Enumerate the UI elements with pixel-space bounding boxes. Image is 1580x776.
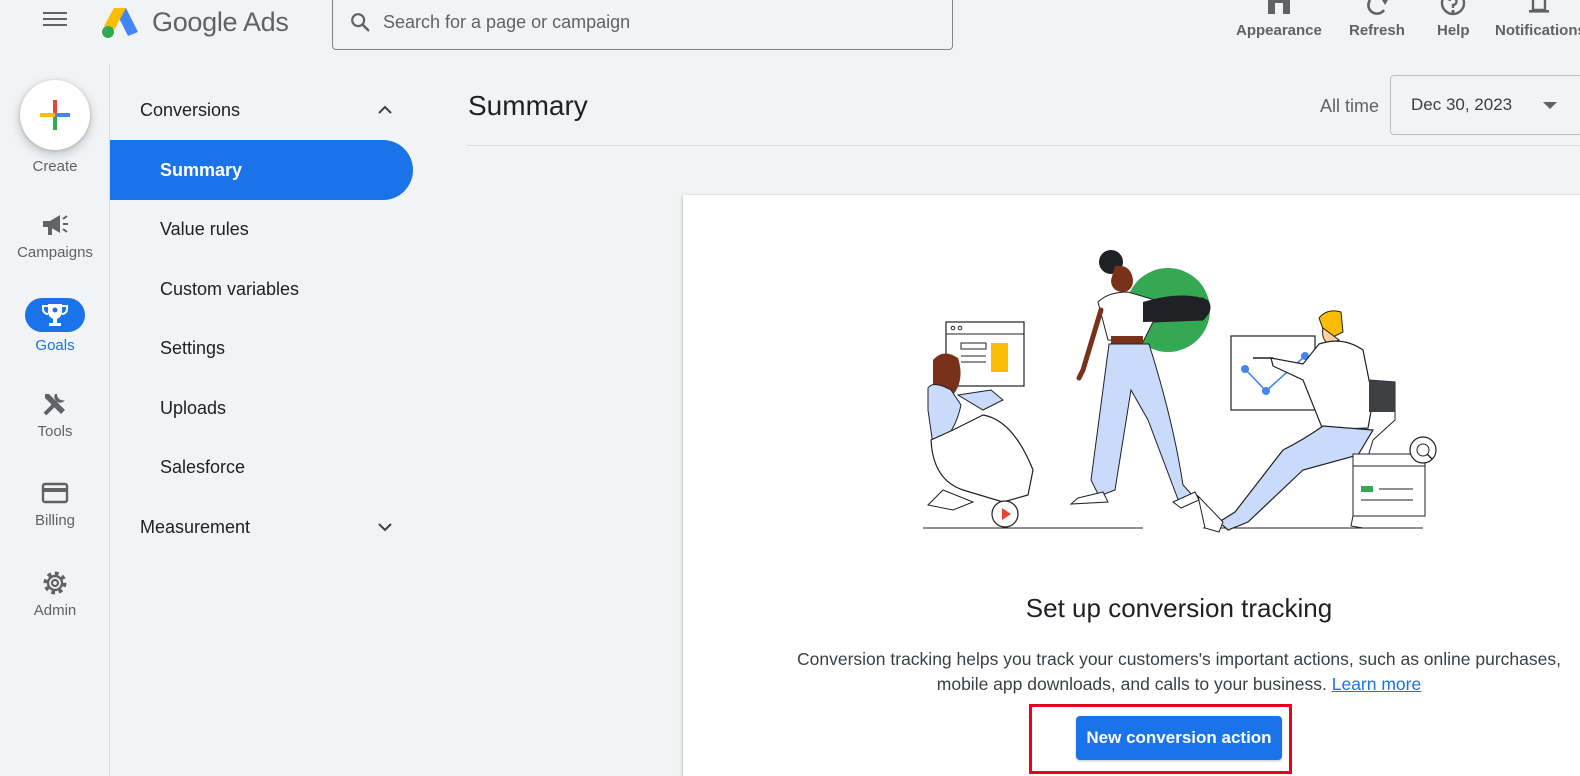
trophy-icon — [42, 304, 68, 326]
empty-state-description: Conversion tracking helps you track your… — [779, 647, 1579, 697]
nav-group-label: Measurement — [140, 516, 251, 537]
bell-icon — [1495, 0, 1580, 16]
date-value: Dec 30, 2023 — [1411, 95, 1513, 114]
create-button[interactable] — [20, 80, 90, 150]
google-ads-logo[interactable]: Google Ads — [100, 2, 289, 42]
gear-icon — [0, 569, 110, 597]
page-title: Summary — [468, 90, 588, 121]
empty-state-card: Set up conversion tracking Conversion tr… — [683, 195, 1580, 776]
rail-label-billing: Billing — [34, 512, 76, 529]
nav-item-settings[interactable]: Settings — [110, 318, 413, 378]
nav-item-uploads[interactable]: Uploads — [110, 378, 413, 438]
tools-icon — [0, 390, 110, 418]
megaphone-icon — [0, 211, 110, 239]
nav-group-conversions[interactable]: Conversions — [110, 90, 413, 130]
nav-item-value-rules[interactable]: Value rules — [110, 199, 413, 259]
appearance-button[interactable]: Appearance — [1236, 0, 1322, 39]
logo-text: Google Ads — [152, 6, 289, 37]
top-bar: Google Ads Appearance Refresh Help Notif… — [0, 0, 1580, 64]
refresh-label: Refresh — [1349, 22, 1405, 39]
search-icon — [351, 13, 370, 32]
nav-item-salesforce[interactable]: Salesforce — [110, 437, 413, 497]
nav-item-summary[interactable]: Summary — [110, 140, 413, 200]
rail-label-goals: Goals — [35, 337, 75, 354]
help-icon — [1437, 0, 1470, 16]
refresh-icon — [1349, 0, 1405, 16]
conversion-tracking-illustration — [923, 250, 1437, 533]
google-ads-logo-icon — [102, 8, 138, 38]
dropdown-arrow-icon — [1543, 102, 1557, 109]
description-line-1: Conversion tracking helps you track your… — [797, 649, 1561, 669]
create-label: Create — [32, 158, 78, 175]
help-button[interactable]: Help — [1437, 0, 1470, 39]
header-divider — [467, 145, 1580, 146]
goals-pill — [25, 298, 85, 332]
rail-item-campaigns[interactable]: Campaigns — [0, 211, 110, 261]
date-range-picker[interactable]: Dec 30, 2023 — [1390, 75, 1580, 135]
help-label: Help — [1437, 22, 1470, 39]
chevron-up-icon — [378, 105, 392, 114]
rail-item-admin[interactable]: Admin — [0, 569, 110, 619]
rail-label-campaigns: Campaigns — [17, 244, 93, 261]
search-input[interactable] — [383, 11, 923, 33]
search-box[interactable] — [332, 0, 953, 50]
chevron-down-icon — [378, 523, 392, 532]
hamburger-menu-icon[interactable] — [40, 8, 70, 34]
plus-icon — [40, 100, 70, 130]
rail-label-admin: Admin — [33, 602, 77, 619]
rail-item-tools[interactable]: Tools — [0, 390, 110, 440]
rail-label-tools: Tools — [37, 423, 73, 440]
description-line-2: mobile app downloads, and calls to your … — [936, 674, 1327, 694]
learn-more-link[interactable]: Learn more — [1332, 674, 1422, 694]
appearance-label: Appearance — [1236, 22, 1322, 39]
rail-item-goals[interactable]: Goals — [0, 298, 110, 354]
new-conversion-action-button[interactable]: New conversion action — [1076, 716, 1282, 760]
nav-group-label: Conversions — [140, 99, 241, 120]
date-range-label: All time — [1320, 96, 1380, 116]
notifications-button[interactable]: Notifications — [1495, 0, 1580, 39]
nav-group-measurement[interactable]: Measurement — [110, 507, 413, 547]
nav-item-custom-variables[interactable]: Custom variables — [110, 259, 413, 319]
refresh-button[interactable]: Refresh — [1349, 0, 1405, 39]
rail-item-billing[interactable]: Billing — [0, 479, 110, 529]
empty-state-title: Set up conversion tracking — [1025, 593, 1333, 623]
notifications-label: Notifications — [1495, 22, 1580, 39]
credit-card-icon — [0, 479, 110, 507]
left-rail: Create Campaigns Goals Tools Billing Adm… — [0, 64, 110, 776]
appearance-icon — [1236, 0, 1322, 16]
